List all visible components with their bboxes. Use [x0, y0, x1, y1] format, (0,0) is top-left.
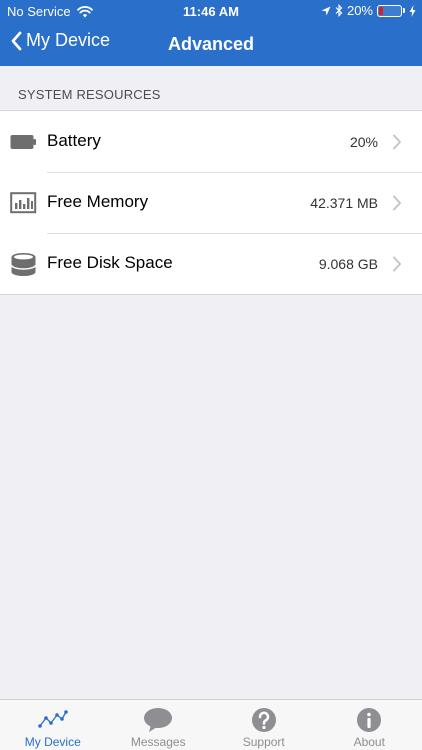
- status-right: 20%: [321, 3, 416, 18]
- resource-list: Battery 20% Free Memory 42.371 MB Free D…: [0, 110, 422, 295]
- battery-icon: [10, 135, 36, 149]
- row-value: 20%: [349, 134, 378, 150]
- app-header: No Service 11:46 AM 20% My Device Advanc…: [0, 0, 422, 66]
- battery-cap: [403, 8, 405, 13]
- row-value: 42.371 MB: [310, 195, 378, 211]
- location-arrow-icon: [321, 6, 331, 15]
- speech-bubble-icon: [144, 708, 173, 732]
- row-battery[interactable]: Battery 20%: [0, 111, 422, 172]
- battery-percent-text: 20%: [346, 3, 373, 18]
- row-label: Battery: [47, 131, 101, 150]
- activity-line-icon: [37, 710, 68, 728]
- question-circle-icon: [251, 708, 276, 732]
- tab-messages[interactable]: Messages: [106, 700, 212, 750]
- chevron-right-icon: [393, 134, 401, 150]
- status-bar: No Service 11:46 AM 20%: [0, 0, 422, 22]
- tab-label: My Device: [24, 735, 81, 749]
- tab-label: Support: [242, 735, 285, 749]
- row-value: 9.068 GB: [318, 256, 378, 272]
- tab-my-device[interactable]: My Device: [0, 700, 106, 750]
- tab-support[interactable]: Support: [211, 700, 317, 750]
- battery-icon: [377, 4, 402, 17]
- disk-icon: [10, 253, 37, 276]
- battery-level-fill: [379, 6, 383, 15]
- tab-label: About: [353, 735, 385, 749]
- bluetooth-icon: [335, 4, 343, 17]
- info-circle-icon: [357, 708, 382, 732]
- tab-label: Messages: [130, 735, 186, 749]
- row-label: Free Disk Space: [47, 253, 173, 272]
- chevron-right-icon: [393, 256, 401, 272]
- tab-about[interactable]: About: [317, 700, 422, 750]
- row-free-disk-space[interactable]: Free Disk Space 9.068 GB: [0, 233, 422, 294]
- tab-bar: My Device Messages Support About: [0, 699, 422, 750]
- charging-bolt-icon: [409, 4, 416, 17]
- nav-bar: My Device Advanced: [0, 22, 422, 66]
- section-header: SYSTEM RESOURCES: [18, 87, 161, 102]
- memory-chart-icon: [10, 192, 37, 214]
- row-free-memory[interactable]: Free Memory 42.371 MB: [0, 172, 422, 233]
- page-title: Advanced: [167, 34, 255, 54]
- chevron-right-icon: [393, 195, 401, 211]
- row-label: Free Memory: [47, 192, 149, 211]
